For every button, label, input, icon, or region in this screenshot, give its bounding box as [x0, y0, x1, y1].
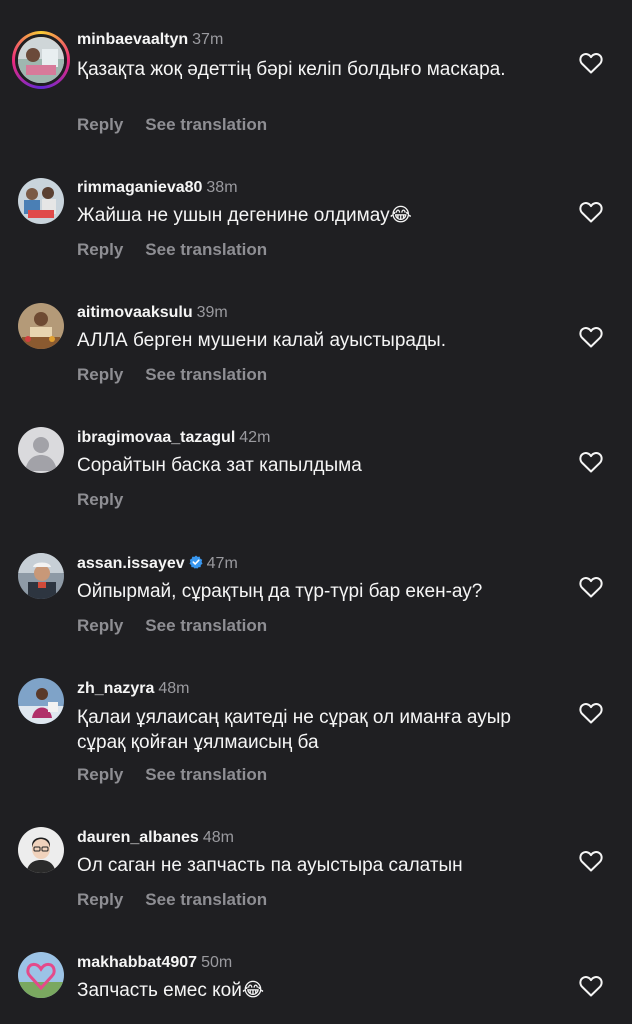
- comment-header: assan.issayev 47m: [77, 554, 238, 574]
- comment-actions: Reply See translation: [77, 765, 267, 785]
- reply-button[interactable]: Reply: [77, 365, 123, 385]
- comment-actions: Reply See translation: [77, 115, 267, 135]
- comment-text: Запчасть емес кой😂: [77, 980, 265, 1001]
- avatar[interactable]: [18, 303, 64, 349]
- see-translation-button[interactable]: See translation: [145, 115, 267, 135]
- avatar[interactable]: [18, 678, 64, 724]
- reply-button[interactable]: Reply: [77, 115, 123, 135]
- comment-text: Ойпырмай, сұрақтың да түр-түрі бар екен-…: [77, 581, 483, 602]
- comment-time: 48m: [158, 680, 190, 697]
- comment-time: 39m: [196, 304, 228, 321]
- comment-header: minbaevaaltyn 37m: [77, 30, 223, 50]
- username[interactable]: minbaevaaltyn: [77, 31, 188, 48]
- avatar[interactable]: [12, 31, 70, 89]
- heart-outline-icon[interactable]: [578, 200, 604, 224]
- heart-outline-icon[interactable]: [578, 701, 604, 725]
- username[interactable]: zh_nazyra: [77, 680, 154, 697]
- comment-time: 47m: [206, 555, 238, 572]
- comment-text: Қазақта жоқ әдеттің бәрі келіп болдығо м…: [77, 59, 506, 80]
- username[interactable]: rimmaganieva80: [77, 179, 202, 196]
- verified-badge-icon: [189, 555, 203, 569]
- comment-actions: Reply See translation: [77, 616, 267, 636]
- reply-button[interactable]: Reply: [77, 765, 123, 785]
- comment-time: 50m: [201, 954, 233, 971]
- avatar[interactable]: [18, 553, 64, 599]
- heart-outline-icon[interactable]: [578, 450, 604, 474]
- heart-outline-icon[interactable]: [578, 575, 604, 599]
- username[interactable]: dauren_albanes: [77, 829, 199, 846]
- comment-header: rimmaganieva80 38m: [77, 178, 238, 198]
- avatar[interactable]: [18, 827, 64, 873]
- comment-time: 37m: [192, 31, 224, 48]
- see-translation-button[interactable]: See translation: [145, 890, 267, 910]
- comment-text: Жайша не ушын дегенине олдимау😂: [77, 205, 412, 226]
- avatar[interactable]: [18, 178, 64, 224]
- see-translation-button[interactable]: See translation: [145, 240, 267, 260]
- comment-time: 38m: [206, 179, 238, 196]
- comment-time: 48m: [202, 829, 234, 846]
- reply-button[interactable]: Reply: [77, 616, 123, 636]
- see-translation-button[interactable]: See translation: [145, 765, 267, 785]
- comment-actions: Reply See translation: [77, 365, 267, 385]
- heart-outline-icon[interactable]: [578, 849, 604, 873]
- username[interactable]: ibragimovaa_tazagul: [77, 429, 235, 446]
- avatar[interactable]: [18, 427, 64, 473]
- comment-actions: Reply See translation: [77, 240, 267, 260]
- avatar[interactable]: [18, 952, 64, 998]
- reply-button[interactable]: Reply: [77, 490, 123, 510]
- comment-actions: Reply: [77, 490, 123, 510]
- comment-text: Қалаи ұялаисаң қаитеді не сұрақ ол иманғ…: [77, 707, 511, 753]
- see-translation-button[interactable]: See translation: [145, 365, 267, 385]
- username[interactable]: makhabbat4907: [77, 954, 197, 971]
- comment-actions: Reply See translation: [77, 890, 267, 910]
- heart-outline-icon[interactable]: [578, 325, 604, 349]
- comment-text: Ол саган не запчасть па ауыстыра салатын: [77, 855, 463, 876]
- comment-header: aitimovaaksulu 39m: [77, 303, 228, 323]
- heart-outline-icon[interactable]: [578, 51, 604, 75]
- reply-button[interactable]: Reply: [77, 240, 123, 260]
- username[interactable]: aitimovaaksulu: [77, 304, 193, 321]
- comment-header: makhabbat4907 50m: [77, 953, 232, 973]
- comment-header: ibragimovaa_tazagul 42m: [77, 428, 270, 448]
- heart-outline-icon[interactable]: [578, 974, 604, 998]
- reply-button[interactable]: Reply: [77, 890, 123, 910]
- comment-header: zh_nazyra 48m: [77, 679, 190, 699]
- see-translation-button[interactable]: See translation: [145, 616, 267, 636]
- comment-header: dauren_albanes 48m: [77, 828, 234, 848]
- comment-time: 42m: [239, 429, 271, 446]
- comment-text: АЛЛА берген мушени калай ауыстырады.: [77, 330, 446, 351]
- comment-text: Сорайтын баска зат капылдыма: [77, 455, 362, 476]
- username[interactable]: assan.issayev: [77, 555, 185, 572]
